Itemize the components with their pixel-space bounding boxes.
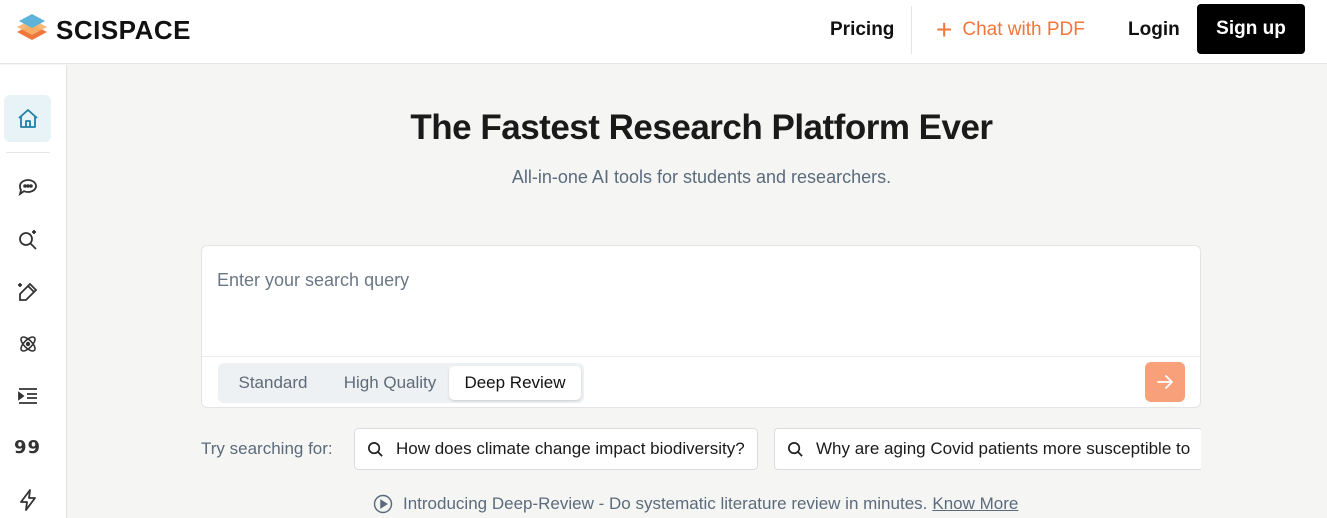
mode-deep-review-button[interactable]: Deep Review — [449, 366, 581, 400]
nav-divider — [911, 6, 912, 54]
know-more-link[interactable]: Know More — [932, 494, 1018, 514]
announcement-text: Introducing Deep-Review - Do systematic … — [403, 494, 928, 513]
chat-with-pdf-label: Chat with PDF — [962, 19, 1085, 40]
arrow-right-icon — [1157, 375, 1173, 389]
brand-name: SCISPACE — [56, 14, 191, 45]
suggestion-text: How does climate change impact biodivers… — [396, 439, 745, 458]
suggestion-chip[interactable]: How does climate change impact biodivers… — [354, 428, 758, 470]
sidebar-item-extract[interactable] — [4, 476, 51, 518]
page-subtitle: All-in-one AI tools for students and res… — [511, 167, 892, 187]
sidebar-item-citation[interactable]: 99 — [4, 424, 51, 471]
mode-high-quality-button[interactable]: High Quality — [330, 366, 450, 400]
pricing-link[interactable]: Pricing — [830, 19, 894, 41]
try-searching-label: Try searching for: — [201, 439, 333, 458]
search-input[interactable] — [217, 260, 1177, 300]
mode-standard-button[interactable]: Standard — [221, 366, 325, 400]
suggestion-text: Why are aging Covid patients more suscep… — [816, 439, 1191, 458]
chat-with-pdf-link[interactable]: + Chat with PDF — [936, 14, 1085, 45]
plus-icon: + — [936, 14, 953, 45]
search-box: Standard High Quality Deep Review — [201, 245, 1201, 408]
search-sparkle-icon — [18, 229, 37, 250]
suggestion-list: How does climate change impact biodivers… — [354, 428, 1201, 470]
search-icon — [788, 441, 803, 457]
pen-sparkle-icon — [17, 282, 37, 301]
search-submit-button[interactable] — [1145, 362, 1185, 402]
suggestion-chip[interactable]: Why are aging Covid patients more suscep… — [774, 428, 1201, 470]
login-link[interactable]: Login — [1128, 19, 1180, 41]
top-header: SCISPACE Pricing + Chat with PDF Login S… — [0, 0, 1327, 64]
sidebar-separator — [6, 152, 50, 153]
lightning-icon — [19, 488, 36, 511]
atom-icon — [19, 335, 36, 352]
sidebar-item-search[interactable] — [4, 215, 51, 262]
search-icon — [368, 441, 383, 457]
sidebar-item-write[interactable] — [4, 268, 51, 315]
brand-logo[interactable]: SCISPACE — [14, 12, 191, 48]
search-mode-toggle: Standard High Quality Deep Review — [218, 363, 584, 403]
deep-review-announcement: Introducing Deep-Review - Do systematic … — [373, 494, 1018, 514]
scispace-logo-icon — [17, 14, 47, 40]
search-divider — [202, 356, 1200, 357]
signup-button[interactable]: Sign up — [1197, 4, 1305, 54]
quote-icon: 99 — [13, 437, 42, 458]
sidebar-item-atom[interactable] — [4, 320, 51, 367]
sidebar-item-outline[interactable] — [4, 372, 51, 419]
play-circle-icon — [373, 494, 393, 514]
page-title: The Fastest Research Platform Ever — [410, 108, 993, 147]
indent-list-icon — [17, 387, 37, 404]
